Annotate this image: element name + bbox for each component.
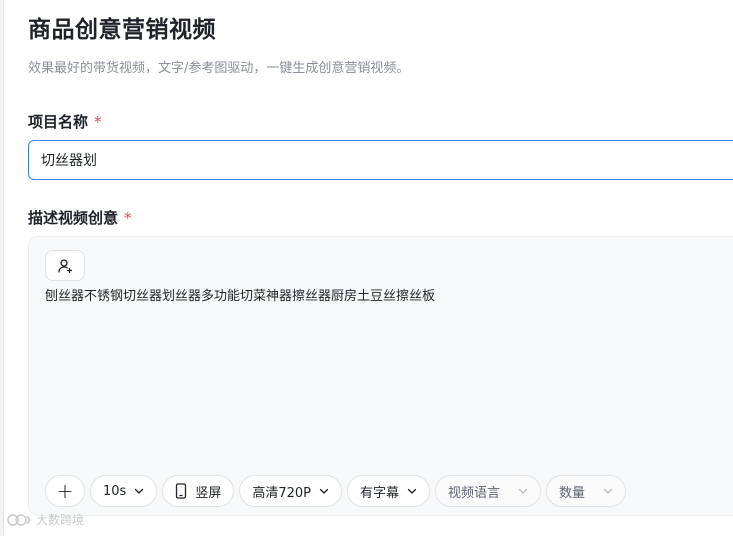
watermark-logo-icon	[7, 513, 31, 526]
chevron-down-icon	[407, 488, 417, 494]
description-label-text: 描述视频创意	[28, 209, 119, 227]
quality-value: 高清720P	[252, 485, 311, 501]
add-reference-button[interactable]	[45, 250, 85, 281]
required-mark: *	[94, 113, 102, 131]
add-user-icon	[58, 258, 73, 273]
project-name-input[interactable]	[29, 141, 733, 179]
watermark: 大数跨境	[6, 511, 84, 528]
page-subtitle: 效果最好的带货视频，文字/参考图驱动，一键生成创意营销视频。	[28, 61, 410, 76]
quality-select[interactable]: 高清720P	[239, 475, 342, 507]
duration-select[interactable]: 10s	[90, 475, 158, 507]
duration-value: 10s	[103, 483, 127, 499]
project-name-field-wrap	[28, 140, 733, 180]
chevron-down-icon	[319, 488, 329, 494]
orientation-value: 竖屏	[195, 485, 222, 501]
quantity-select[interactable]: 数量	[546, 475, 627, 507]
required-mark: *	[124, 209, 132, 227]
subtitles-select[interactable]: 有字幕	[347, 475, 431, 507]
plus-icon: +	[56, 479, 74, 503]
language-value: 视频语言	[448, 485, 501, 501]
quantity-value: 数量	[559, 485, 586, 501]
page-title: 商品创意营销视频	[28, 17, 216, 43]
subtitles-value: 有字幕	[360, 485, 400, 501]
description-label: 描述视频创意 *	[28, 207, 132, 228]
description-editor[interactable]: 刨丝器不锈钢切丝器划丝器多功能切菜神器擦丝器厨房土豆丝擦丝板 + 10s 竖屏 …	[28, 236, 733, 516]
project-name-label-text: 项目名称	[28, 113, 89, 131]
chevron-down-icon	[603, 488, 613, 494]
orientation-select[interactable]: 竖屏	[162, 475, 235, 507]
option-toolbar: + 10s 竖屏 高清720P 有字幕 视频语言 数量	[45, 475, 627, 507]
project-name-label: 项目名称 *	[28, 111, 102, 132]
left-rail	[0, 0, 4, 536]
description-text: 刨丝器不锈钢切丝器划丝器多功能切菜神器擦丝器厨房土豆丝擦丝板	[45, 289, 436, 304]
language-select[interactable]: 视频语言	[435, 475, 542, 507]
page: 商品创意营销视频 效果最好的带货视频，文字/参考图驱动，一键生成创意营销视频。 …	[28, 0, 733, 536]
add-button[interactable]: +	[45, 475, 85, 507]
chevron-down-icon	[135, 488, 144, 494]
phone-icon	[176, 483, 187, 499]
chevron-down-icon	[518, 488, 528, 494]
watermark-text: 大数跨境	[36, 513, 85, 527]
